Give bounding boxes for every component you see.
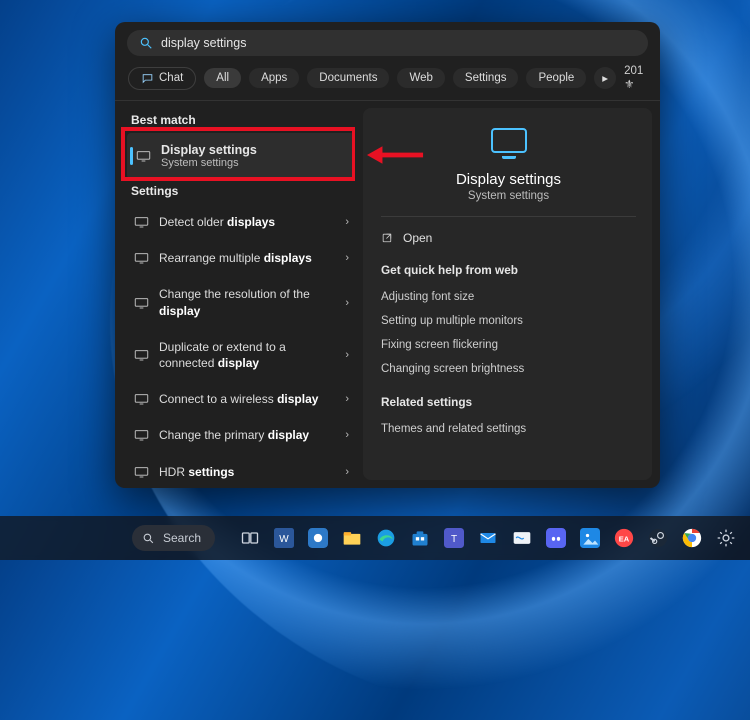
svg-text:EA: EA (619, 534, 630, 543)
chevron-right-icon: › (345, 216, 349, 228)
quick-help-link[interactable]: Fixing screen flickering (381, 333, 636, 357)
display-icon (133, 464, 149, 480)
best-match-item[interactable]: Display settings System settings (127, 133, 355, 179)
taskbar-icons: W T EA (237, 525, 739, 551)
store-icon[interactable] (407, 525, 433, 551)
details-pane: Display settings System settings Open Ge… (363, 108, 652, 480)
filter-chat[interactable]: Chat (128, 67, 196, 90)
chevron-right-icon: › (345, 252, 349, 264)
discord-icon[interactable] (543, 525, 569, 551)
settings-header: Settings (127, 179, 355, 204)
filter-all[interactable]: All (204, 68, 241, 88)
settings-row-label: HDR settings (159, 464, 335, 480)
chevron-right-icon: › (345, 393, 349, 405)
settings-row[interactable]: Rearrange multiple displays › (127, 240, 355, 276)
filter-people[interactable]: People (526, 68, 586, 88)
best-match-title: Display settings (161, 143, 257, 157)
chevron-right-icon: › (345, 297, 349, 309)
chevron-right-icon: › (345, 466, 349, 478)
steam-icon[interactable] (645, 525, 671, 551)
settings-row[interactable]: HDR settings › (127, 454, 355, 489)
chrome-icon[interactable] (679, 525, 705, 551)
settings-row[interactable]: Change the primary display › (127, 417, 355, 453)
filter-settings[interactable]: Settings (453, 68, 519, 88)
open-icon (381, 232, 394, 245)
chat-icon (141, 72, 154, 85)
taskbar-search-placeholder: Search (163, 531, 201, 545)
search-icon (139, 36, 153, 50)
settings-icon[interactable] (713, 525, 739, 551)
mail-icon[interactable] (475, 525, 501, 551)
quick-help-link[interactable]: Setting up multiple monitors (381, 309, 636, 333)
filter-web[interactable]: Web (397, 68, 444, 88)
file-explorer-icon[interactable] (339, 525, 365, 551)
best-match-header: Best match (127, 108, 355, 133)
photos-icon[interactable] (577, 525, 603, 551)
settings-row[interactable]: Detect older displays › (127, 204, 355, 240)
display-icon (133, 391, 149, 407)
display-icon (135, 148, 151, 164)
search-panel: Chat All Apps Documents Web Settings Peo… (115, 22, 660, 488)
search-bar[interactable] (127, 30, 648, 56)
chevron-right-icon: › (345, 429, 349, 441)
details-subtitle: System settings (381, 190, 636, 202)
quick-help-link[interactable]: Changing screen brightness (381, 357, 636, 381)
settings-row-label: Change the resolution of the display (159, 286, 335, 318)
display-icon (133, 214, 149, 230)
results-left: Best match Display settings System setti… (115, 101, 355, 488)
filter-more[interactable]: ▸ (594, 67, 616, 89)
edge-icon[interactable] (373, 525, 399, 551)
settings-row[interactable]: Duplicate or extend to a connected displ… (127, 329, 355, 381)
settings-row-label: Rearrange multiple displays (159, 250, 335, 266)
display-icon (133, 250, 149, 266)
display-icon (133, 427, 149, 443)
taskbar: Search W T EA (0, 516, 750, 560)
filter-apps[interactable]: Apps (249, 68, 299, 88)
settings-row-label: Detect older displays (159, 214, 335, 230)
start-button[interactable] (120, 523, 122, 553)
best-match-subtitle: System settings (161, 157, 257, 169)
display-icon (133, 295, 149, 311)
quick-help-header: Get quick help from web (381, 263, 636, 277)
settings-row-label: Connect to a wireless display (159, 391, 335, 407)
open-action[interactable]: Open (381, 227, 636, 249)
search-icon (142, 532, 155, 545)
settings-row-label: Duplicate or extend to a connected displ… (159, 339, 335, 371)
chevron-right-icon: › (345, 349, 349, 361)
settings-row-label: Change the primary display (159, 427, 335, 443)
details-title: Display settings (381, 171, 636, 188)
filter-documents[interactable]: Documents (307, 68, 389, 88)
task-view-icon[interactable] (237, 525, 263, 551)
ea-icon[interactable]: EA (611, 525, 637, 551)
rewards-points[interactable]: 201 ⚜ (624, 65, 652, 91)
svg-text:W: W (279, 534, 289, 545)
word-icon[interactable]: W (271, 525, 297, 551)
search-input[interactable] (161, 36, 636, 50)
camera-icon[interactable] (305, 525, 331, 551)
whiteboard-icon[interactable] (509, 525, 535, 551)
quick-help-link[interactable]: Adjusting font size (381, 285, 636, 309)
divider (381, 216, 636, 217)
settings-row[interactable]: Change the resolution of the display › (127, 276, 355, 328)
filter-bar: Chat All Apps Documents Web Settings Peo… (115, 56, 660, 101)
settings-row[interactable]: Connect to a wireless display › (127, 381, 355, 417)
selection-indicator (130, 147, 133, 165)
related-settings-header: Related settings (381, 395, 636, 409)
svg-text:T: T (451, 534, 457, 545)
taskbar-search[interactable]: Search (132, 525, 215, 551)
related-settings-link[interactable]: Themes and related settings (381, 417, 636, 441)
teams-icon[interactable]: T (441, 525, 467, 551)
display-icon-large (381, 128, 636, 159)
display-icon (133, 347, 149, 363)
